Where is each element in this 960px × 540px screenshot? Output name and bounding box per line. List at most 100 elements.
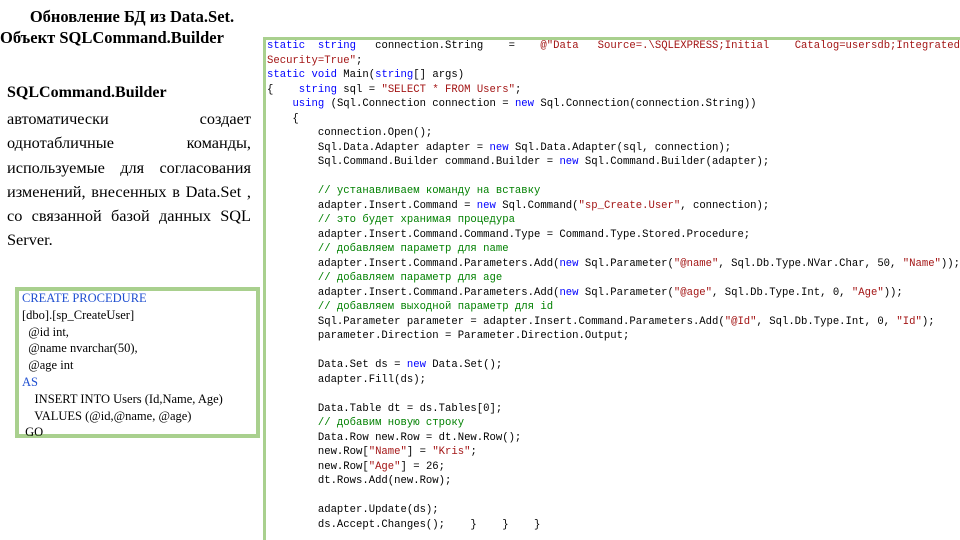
code-token: )); (940, 257, 960, 270)
section-heading: SQLCommand.Builder (7, 84, 167, 101)
code-token: )); (883, 286, 903, 299)
sql-code-line: CREATE PROCEDURE (22, 291, 147, 305)
code-token: Sql.Command.Builder(adapter); (578, 156, 770, 168)
code-line: adapter.Insert.Command.Parameters.Add(ne… (267, 286, 960, 301)
code-token: static (267, 69, 306, 81)
code-token: "@age" (673, 286, 713, 299)
code-token: static (267, 40, 306, 52)
csharp-code-block: static string connection.String = @"Data… (267, 39, 960, 532)
code-line: // добавляем параметр для age (267, 271, 960, 286)
code-token: new (489, 141, 509, 154)
code-line: // это будет хранимая процедура (267, 213, 960, 228)
code-token: ); (921, 315, 935, 328)
code-token: void (311, 69, 337, 81)
code-line: adapter.Fill(ds); (267, 373, 960, 388)
code-token: Data.Set ds = (267, 359, 407, 371)
code-token: connection.Open(); (267, 127, 433, 139)
code-line: Sql.Parameter parameter = adapter.Insert… (267, 315, 960, 330)
code-token: new (476, 199, 496, 212)
code-token: Data.Table dt = ds.Tables[0]; (267, 402, 503, 415)
code-token: // это будет хранимая процедура (317, 214, 515, 226)
code-token: sql = (336, 83, 382, 96)
code-line: parameter.Direction = Parameter.Directio… (267, 329, 960, 344)
code-token: Sql.Parameter( (578, 257, 674, 270)
code-line: Data.Table dt = ds.Tables[0]; (267, 402, 960, 417)
code-line: adapter.Insert.Command.Command.Type = Co… (267, 228, 960, 243)
code-token: new.Row[ (267, 460, 369, 473)
code-line: new.Row["Name"] = "Kris"; (267, 445, 960, 460)
code-token: // добавляем параметр для age (317, 272, 503, 284)
slide-title-line-1: Обновление БД из Data.Set. (29, 7, 235, 26)
code-token: Data.Set(); (425, 359, 503, 371)
code-token: ; (356, 54, 363, 67)
code-token: { (267, 112, 299, 125)
code-token: new.Row[ (267, 446, 369, 458)
sql-code-line: VALUES (@id,@name, @age) (22, 408, 192, 423)
code-token: string (317, 40, 357, 52)
code-line: Security=True"; (267, 54, 960, 69)
code-token: string (298, 83, 337, 96)
code-line: // добавляем параметр для name (267, 242, 960, 257)
code-token: parameter.Direction = Parameter.Directio… (267, 330, 630, 342)
code-token: new (559, 257, 579, 270)
code-token: Data.Row new.Row = dt.New.Row(); (267, 431, 522, 444)
code-token: string (375, 69, 414, 81)
code-line: // добавляем выходной параметр для id (267, 300, 960, 315)
code-token: { (267, 83, 299, 96)
code-line: Data.Set ds = new Data.Set(); (267, 358, 960, 373)
sql-code-line: INSERT INTO Users (Id,Name, Age) (22, 391, 223, 406)
code-token: using (292, 98, 325, 110)
code-line: Sql.Data.Adapter adapter = new Sql.Data.… (267, 141, 960, 156)
code-token: Main( (336, 69, 376, 81)
code-token: "Age" (851, 286, 884, 299)
code-token: [] args) (413, 69, 465, 81)
code-token: "Kris" (432, 446, 471, 458)
code-token: new (559, 156, 579, 168)
code-token: Sql.Command( (495, 199, 579, 212)
code-token: ] = (406, 446, 433, 458)
code-token: new (514, 98, 535, 110)
code-token: "sp_Create.User" (578, 199, 681, 212)
code-token: // добавим новую строку (317, 417, 465, 429)
code-token: // устанавливаем команду на вставку (317, 185, 541, 197)
code-token: , Sql.Db.Type.NVar.Char, 50, (718, 257, 903, 270)
code-token: adapter.Insert.Command.Command.Type = Co… (267, 228, 751, 241)
sql-code-line: @age int (22, 358, 74, 373)
code-token: ds.Accept.Changes(); } } } (267, 518, 541, 531)
code-token: , Sql.Db.Type.Int, 0, (712, 286, 852, 299)
code-line: connection.Open(); (267, 126, 960, 141)
sql-code-line: @name nvarchar(50), (22, 341, 138, 356)
code-line: Sql.Command.Builder command.Builder = ne… (267, 155, 960, 170)
code-token: "SELECT * FROM Users" (381, 83, 515, 96)
code-line: static string connection.String = @"Data… (267, 39, 960, 54)
code-token: Sql.Command.Builder command.Builder = (267, 156, 560, 168)
code-token: (Sql.Connection connection = (324, 98, 515, 110)
sql-code-line: GO (22, 425, 44, 440)
code-line: new.Row["Age"] = 26; (267, 460, 960, 475)
code-token: adapter.Update(ds); (267, 504, 439, 516)
code-line: static void Main(string[] args) (267, 68, 960, 83)
code-line: Data.Row new.Row = dt.New.Row(); (267, 431, 960, 446)
code-token: adapter.Insert.Command = (267, 199, 477, 212)
code-token: Security=True" (267, 54, 357, 67)
description-text: автоматически создает однотабличные кома… (7, 109, 251, 250)
code-line: { (267, 112, 960, 127)
code-token: ] = 26; (400, 460, 446, 473)
sql-procedure-code: CREATE PROCEDURE [dbo].[sp_CreateUser] @i… (22, 290, 223, 441)
sql-code-line: [dbo].[sp_CreateUser] (22, 307, 135, 322)
code-token: connection.String = (356, 40, 541, 52)
code-token: "@Id" (724, 315, 757, 328)
code-token: // добавляем выходной параметр для id (317, 301, 554, 313)
code-token: , Sql.Db.Type.Int, 0, (756, 315, 897, 328)
code-token: dt.Rows.Add(new.Row); (267, 475, 452, 487)
code-line: adapter.Update(ds); (267, 503, 960, 518)
code-token: "Name" (368, 446, 407, 458)
code-line: { string sql = "SELECT * FROM Users"; (267, 83, 960, 98)
code-token: Sql.Parameter parameter = adapter.Insert… (267, 315, 725, 328)
